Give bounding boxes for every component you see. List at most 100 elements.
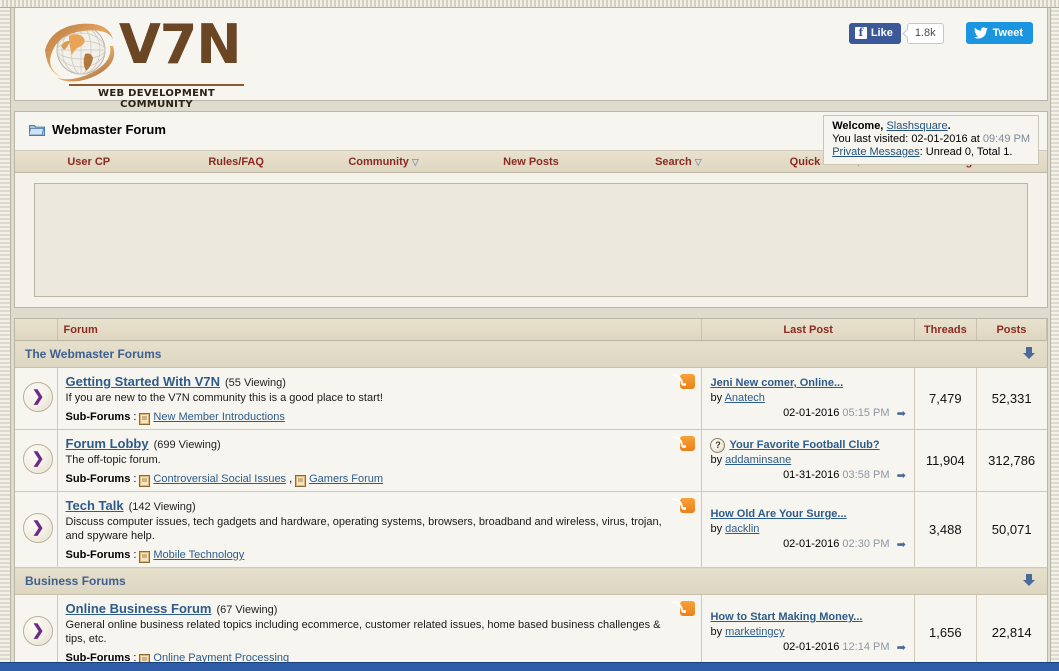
lastpost-by-label: by — [710, 523, 722, 535]
go-to-last-post-icon[interactable]: ➡ — [897, 407, 906, 422]
section-header-row[interactable]: The Webmaster Forums — [15, 341, 1047, 368]
forum-title-link[interactable]: Tech Talk — [66, 498, 124, 513]
rss-feed-icon[interactable] — [680, 601, 695, 616]
nav-item-new-posts[interactable]: New Posts — [457, 156, 604, 168]
table-row[interactable]: Forum Lobby (699 Viewing) The off-topic … — [15, 430, 1047, 492]
go-to-last-post-icon[interactable]: ➡ — [897, 538, 906, 553]
twitter-tweet-label: Tweet — [993, 26, 1023, 40]
forum-table-body: The Webmaster Forums — [15, 341, 1047, 664]
window-right-scrollbar[interactable] — [1050, 0, 1059, 671]
table-header-row: Forum Last Post Threads Posts — [15, 319, 1047, 341]
forum-info-cell: Online Business Forum (67 Viewing) Gener… — [57, 595, 702, 664]
lastpost-date-line: 02-01-2016 12:14 PM ➡ — [710, 640, 905, 655]
forum-viewing-count: (67 Viewing) — [216, 604, 277, 616]
lastpost-author-link[interactable]: dacklin — [725, 523, 759, 535]
forum-unread-chevron-icon[interactable] — [23, 513, 53, 543]
threads-count: 1,656 — [914, 595, 976, 664]
subforums-label: Sub-Forums — [66, 411, 131, 423]
horizontal-scrollbar[interactable] — [0, 662, 1059, 671]
lastpost-author-link[interactable]: marketingcy — [725, 626, 784, 638]
posts-count: 22,814 — [976, 595, 1046, 664]
forum-info-cell: Tech Talk (142 Viewing) Discuss computer… — [57, 492, 702, 568]
last-visited-line: You last visited: 02-01-2016 at 09:49 PM — [832, 133, 1030, 146]
breadcrumb[interactable]: Webmaster Forum — [29, 122, 166, 137]
forum-title-link[interactable]: Forum Lobby — [66, 436, 149, 451]
browser-page: V7N WEB DEVELOPMENT COMMUNITY f Like 1.8… — [0, 0, 1059, 671]
subforum-link[interactable]: Mobile Technology — [153, 549, 244, 561]
rss-feed-icon[interactable] — [680, 498, 695, 513]
posts-count: 52,331 — [976, 368, 1046, 430]
lastpost-title-link[interactable]: How to Start Making Money... — [710, 610, 862, 625]
forum-status-cell — [15, 595, 57, 664]
chevron-down-icon: ▽ — [695, 157, 702, 168]
forum-unread-chevron-icon[interactable] — [23, 382, 53, 412]
last-visited-at: at — [971, 133, 980, 145]
subforum-link[interactable]: Controversial Social Issues — [153, 473, 286, 485]
site-header: V7N WEB DEVELOPMENT COMMUNITY f Like 1.8… — [14, 8, 1048, 101]
last-visited-date: 02-01-2016 — [911, 133, 967, 145]
nav-item-community[interactable]: Community▽ — [310, 156, 457, 168]
facebook-like-count: 1.8k — [907, 23, 944, 44]
forum-title-link[interactable]: Online Business Forum — [66, 601, 212, 616]
lastpost-date: 02-01-2016 — [783, 641, 839, 653]
lastpost-author-link[interactable]: Anatech — [725, 392, 765, 404]
welcome-username[interactable]: Slashsquare — [886, 120, 947, 132]
lastpost-author-line: by dacklin — [710, 522, 905, 537]
rss-feed-icon[interactable] — [680, 374, 695, 389]
table-row[interactable]: Getting Started With V7N (55 Viewing) If… — [15, 368, 1047, 430]
subforum-icon — [139, 413, 150, 425]
forum-title-link[interactable]: Getting Started With V7N — [66, 374, 220, 389]
nav-label: New Posts — [503, 156, 559, 168]
subforums-label: Sub-Forums — [66, 473, 131, 485]
welcome-box: Welcome, Slashsquare. You last visited: … — [823, 115, 1039, 165]
lastpost-title-link[interactable]: Jeni New comer, Online... — [710, 376, 843, 391]
lastpost-author-line: by marketingcy — [710, 625, 905, 640]
threads-count: 11,904 — [914, 430, 976, 492]
forum-unread-chevron-icon[interactable] — [23, 616, 53, 646]
subforum-link[interactable]: New Member Introductions — [153, 411, 284, 423]
twitter-tweet-button[interactable]: Tweet — [966, 22, 1033, 44]
section-header-row[interactable]: Business Forums — [15, 568, 1047, 595]
private-messages-link[interactable]: Private Messages — [832, 146, 919, 158]
posts-count: 312,786 — [976, 430, 1046, 492]
table-row[interactable]: Online Business Forum (67 Viewing) Gener… — [15, 595, 1047, 664]
nav-item-rules-faq[interactable]: Rules/FAQ — [162, 156, 309, 168]
lastpost-author-link[interactable]: addaminsane — [725, 454, 791, 466]
welcome-prefix: Welcome, — [832, 120, 883, 132]
go-to-last-post-icon[interactable]: ➡ — [897, 469, 906, 484]
subforum-icon — [139, 551, 150, 563]
arrow-down-icon[interactable] — [1021, 572, 1037, 591]
social-buttons: f Like 1.8k Tweet — [849, 22, 1033, 44]
facebook-like-label: Like — [871, 26, 893, 41]
site-logo[interactable]: V7N WEB DEVELOPMENT COMMUNITY — [33, 14, 253, 96]
th-threads: Threads — [914, 319, 976, 341]
last-visited-time: 09:49 PM — [983, 133, 1030, 145]
go-to-last-post-icon[interactable]: ➡ — [897, 641, 906, 656]
forum-unread-chevron-icon[interactable] — [23, 444, 53, 474]
lastpost-cell: Jeni New comer, Online... by Anatech 02-… — [702, 368, 914, 430]
forum-viewing-count: (142 Viewing) — [129, 501, 196, 513]
last-visited-label: You last visited: — [832, 133, 908, 145]
table-row[interactable]: Tech Talk (142 Viewing) Discuss computer… — [15, 492, 1047, 568]
nav-item-user-cp[interactable]: User CP — [15, 156, 162, 168]
subforum-link[interactable]: Gamers Forum — [309, 473, 383, 485]
facebook-f-icon: f — [855, 27, 867, 39]
nav-label: User CP — [67, 156, 110, 168]
subforums-list: Sub-Forums: Controversial Social Issues … — [66, 473, 694, 485]
nav-item-search[interactable]: Search▽ — [605, 156, 752, 168]
lastpost-cell: ? Your Favorite Football Club? by addami… — [702, 430, 914, 492]
section-title: The Webmaster Forums — [25, 347, 161, 361]
lastpost-date: 01-31-2016 — [783, 469, 839, 481]
rss-feed-icon[interactable] — [680, 436, 695, 451]
threads-count: 7,479 — [914, 368, 976, 430]
arrow-down-icon[interactable] — [1021, 345, 1037, 364]
question-icon: ? — [710, 438, 725, 453]
ad-placeholder — [34, 183, 1028, 297]
welcome-line: Welcome, Slashsquare. — [832, 120, 1030, 133]
lastpost-title-link[interactable]: How Old Are Your Surge... — [710, 507, 846, 522]
forum-table: Forum Last Post Threads Posts The Webmas… — [15, 319, 1047, 663]
lastpost-title-link[interactable]: Your Favorite Football Club? — [729, 438, 879, 453]
facebook-like-button[interactable]: f Like — [849, 23, 901, 44]
logo-wordmark: V7N — [119, 14, 241, 76]
forum-description: The off-topic forum. — [66, 453, 694, 467]
